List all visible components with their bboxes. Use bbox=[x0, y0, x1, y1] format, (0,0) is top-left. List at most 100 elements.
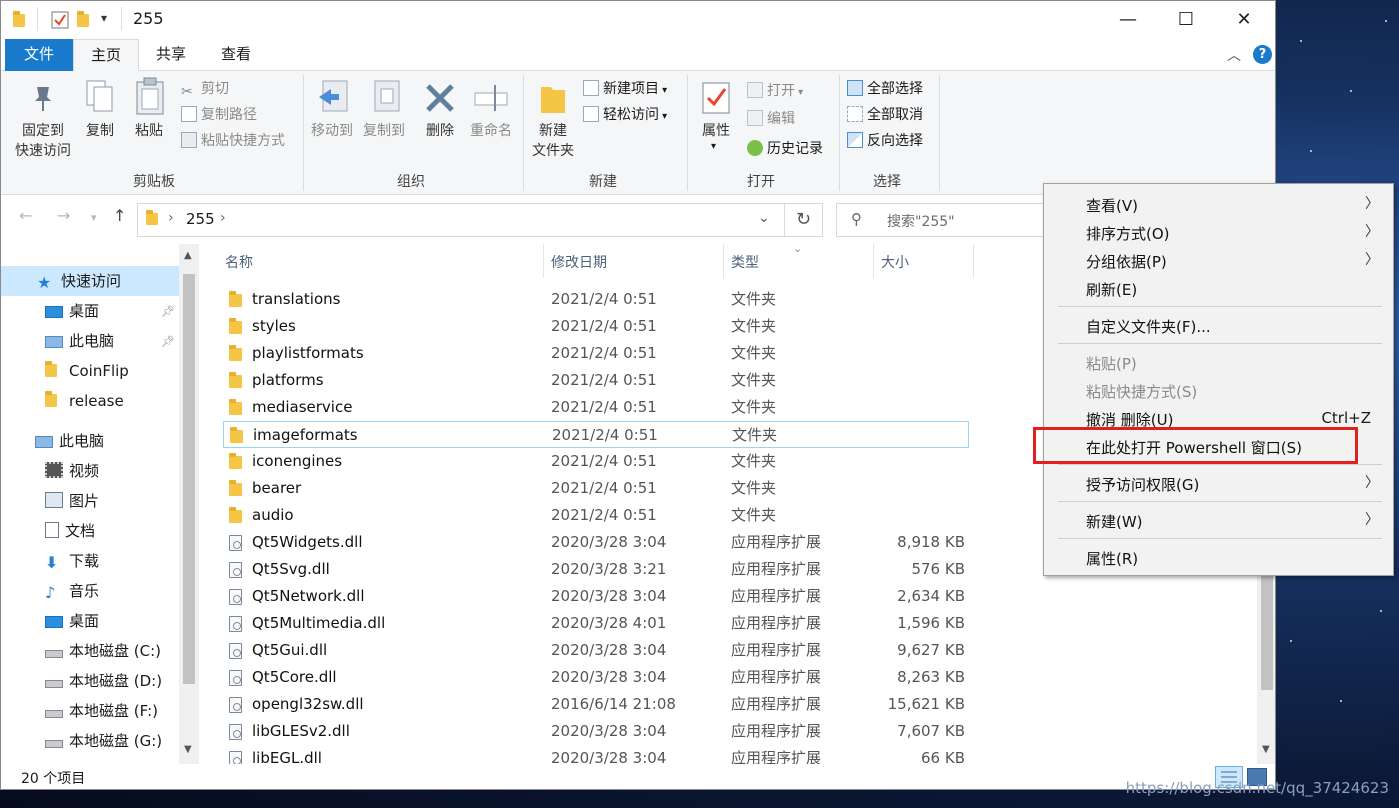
menu-item-view[interactable]: 查看(V) bbox=[1086, 195, 1138, 216]
file-row[interactable]: Qt5Gui.dll 2020/3/28 3:04 应用程序扩展 9,627 KB bbox=[223, 637, 969, 664]
help-icon[interactable]: ? bbox=[1253, 45, 1272, 64]
file-row[interactable]: Qt5Core.dll 2020/3/28 3:04 应用程序扩展 8,263 KB bbox=[223, 664, 969, 691]
file-row[interactable]: iconengines 2021/2/4 0:51 文件夹 bbox=[223, 448, 969, 475]
address-bar[interactable]: › 255 › ⌄ bbox=[137, 203, 785, 237]
nav-item-downloads[interactable]: ⬇ 下载 bbox=[45, 546, 99, 576]
menu-item-sort-by[interactable]: 排序方式(O) bbox=[1086, 223, 1170, 244]
rename-button[interactable]: 重命名 bbox=[465, 121, 517, 141]
file-row[interactable]: Qt5Svg.dll 2020/3/28 3:21 应用程序扩展 576 KB bbox=[223, 556, 969, 583]
up-arrow-icon[interactable]: ↑ bbox=[113, 206, 126, 225]
properties-quick-icon[interactable] bbox=[51, 11, 69, 29]
nav-item-quick-access[interactable]: ★ 快速访问 bbox=[37, 266, 121, 296]
breadcrumb-255[interactable]: 255 bbox=[186, 210, 215, 228]
file-row[interactable]: playlistformats 2021/2/4 0:51 文件夹 bbox=[223, 340, 969, 367]
nav-scroll-thumb[interactable] bbox=[183, 274, 195, 684]
scroll-down-icon[interactable]: ▼ bbox=[1262, 744, 1270, 755]
nav-item-coinflip[interactable]: CoinFlip bbox=[45, 356, 129, 386]
nav-item-drive-c[interactable]: 本地磁盘 (C:) bbox=[45, 636, 161, 666]
nav-scrollbar[interactable]: ▲ ▼ bbox=[179, 244, 199, 764]
minimize-button[interactable]: — bbox=[1099, 1, 1157, 39]
menu-item-refresh[interactable]: 刷新(E) bbox=[1086, 279, 1137, 300]
nav-item-desktop-2[interactable]: 桌面 bbox=[45, 606, 99, 636]
column-header-type[interactable]: 类型 bbox=[731, 252, 759, 272]
open-button[interactable]: 打开 ▾ bbox=[747, 81, 803, 103]
file-row[interactable]: styles 2021/2/4 0:51 文件夹 bbox=[223, 313, 969, 340]
column-divider[interactable] bbox=[723, 244, 724, 278]
nav-item-pictures[interactable]: 图片 bbox=[45, 486, 99, 516]
delete-button[interactable]: 删除 bbox=[419, 121, 461, 141]
file-row[interactable]: platforms 2021/2/4 0:51 文件夹 bbox=[223, 367, 969, 394]
nav-item-release[interactable]: release bbox=[45, 386, 124, 416]
paste-button[interactable]: 粘贴 bbox=[129, 121, 169, 141]
select-all-button[interactable]: 全部选择 bbox=[847, 79, 923, 99]
tab-home[interactable]: 主页 bbox=[73, 39, 139, 72]
nav-item-desktop[interactable]: 桌面 bbox=[45, 296, 99, 326]
menu-item-give-access[interactable]: 授予访问权限(G) bbox=[1086, 474, 1199, 495]
chevron-up-icon[interactable]: ︿ bbox=[1227, 45, 1241, 65]
cut-button[interactable]: ✂ 剪切 bbox=[181, 79, 229, 100]
nav-item-drive-d[interactable]: 本地磁盘 (D:) bbox=[45, 666, 162, 696]
properties-button[interactable]: 属性 bbox=[695, 121, 737, 141]
nav-item-drive-f[interactable]: 本地磁盘 (F:) bbox=[45, 696, 158, 726]
menu-item-new[interactable]: 新建(W) bbox=[1086, 511, 1143, 532]
file-row[interactable]: imageformats 2021/2/4 0:51 文件夹 bbox=[223, 421, 969, 448]
file-row[interactable]: audio 2021/2/4 0:51 文件夹 bbox=[223, 502, 969, 529]
tab-file[interactable]: 文件 bbox=[5, 39, 73, 71]
tab-share[interactable]: 共享 bbox=[141, 39, 201, 71]
recent-locations-chevron-icon[interactable]: ▾ bbox=[91, 211, 97, 224]
menu-item-customize-folder[interactable]: 自定义文件夹(F)... bbox=[1086, 316, 1211, 337]
pin-icon[interactable]: 📌︎ bbox=[161, 335, 175, 348]
file-row[interactable]: libEGL.dll 2020/3/28 3:04 应用程序扩展 66 KB bbox=[223, 745, 969, 764]
file-row[interactable]: libGLESv2.dll 2020/3/28 3:04 应用程序扩展 7,607 K… bbox=[223, 718, 969, 745]
easy-access-button[interactable]: 轻松访问 ▾ bbox=[583, 105, 667, 127]
list-scrollbar[interactable]: ▼ bbox=[1257, 574, 1275, 764]
column-header-size[interactable]: 大小 bbox=[881, 252, 909, 272]
copy-path-button[interactable]: 复制路径 bbox=[181, 105, 257, 125]
file-row[interactable]: opengl32sw.dll 2016/6/14 21:08 应用程序扩展 15,62… bbox=[223, 691, 969, 718]
paste-shortcut-button[interactable]: 粘贴快捷方式 bbox=[181, 131, 285, 151]
close-button[interactable]: ✕ bbox=[1215, 1, 1273, 39]
column-divider[interactable] bbox=[973, 244, 974, 278]
nav-item-drive-g[interactable]: 本地磁盘 (G:) bbox=[45, 726, 162, 756]
new-folder-quick-icon[interactable] bbox=[77, 11, 93, 27]
menu-item-properties[interactable]: 属性(R) bbox=[1086, 548, 1138, 569]
file-row[interactable]: Qt5Widgets.dll 2020/3/28 3:04 应用程序扩展 8,918 … bbox=[223, 529, 969, 556]
copy-button[interactable]: 复制 bbox=[81, 121, 119, 141]
file-row[interactable]: translations 2021/2/4 0:51 文件夹 bbox=[223, 286, 969, 313]
move-to-button[interactable]: 移动到 bbox=[307, 121, 357, 141]
new-item-button[interactable]: 新建项目 ▾ bbox=[583, 79, 667, 101]
file-row[interactable]: Qt5Multimedia.dll 2020/3/28 4:01 应用程序扩展 1,5… bbox=[223, 610, 969, 637]
menu-item-paste-shortcut[interactable]: 粘贴快捷方式(S) bbox=[1086, 381, 1197, 402]
pin-icon[interactable]: 📌︎ bbox=[161, 305, 175, 318]
list-scroll-thumb[interactable] bbox=[1261, 574, 1273, 690]
nav-item-this-pc[interactable]: 此电脑 bbox=[45, 326, 114, 356]
column-header-name[interactable]: 名称 bbox=[225, 252, 253, 272]
file-row[interactable]: mediaservice 2021/2/4 0:51 文件夹 bbox=[223, 394, 969, 421]
menu-item-paste[interactable]: 粘贴(P) bbox=[1086, 353, 1137, 374]
column-divider[interactable] bbox=[873, 244, 874, 278]
invert-selection-button[interactable]: 反向选择 bbox=[847, 131, 923, 151]
search-input[interactable]: ⚲ 搜索"255" bbox=[836, 203, 1076, 237]
column-header-date[interactable]: 修改日期 bbox=[551, 252, 607, 272]
file-row[interactable]: bearer 2021/2/4 0:51 文件夹 bbox=[223, 475, 969, 502]
address-dropdown-chevron-icon[interactable]: ⌄ bbox=[758, 210, 770, 226]
chevron-down-icon[interactable]: ▾ bbox=[101, 11, 107, 25]
select-none-button[interactable]: 全部取消 bbox=[847, 105, 923, 125]
column-divider[interactable] bbox=[543, 244, 544, 278]
chevron-right-icon[interactable]: › bbox=[220, 210, 226, 226]
nav-item-videos[interactable]: 视频 bbox=[45, 456, 99, 486]
copy-to-button[interactable]: 复制到 bbox=[357, 121, 411, 141]
menu-item-group-by[interactable]: 分组依据(P) bbox=[1086, 251, 1167, 272]
tab-view[interactable]: 查看 bbox=[205, 39, 267, 71]
nav-item-documents[interactable]: 文档 bbox=[45, 516, 95, 546]
pin-to-quick-access-button[interactable]: 固定到 快速访问 bbox=[7, 121, 79, 161]
nav-item-this-pc-root[interactable]: 此电脑 bbox=[35, 426, 104, 456]
scroll-up-icon[interactable]: ▲ bbox=[184, 250, 192, 261]
refresh-icon[interactable]: ↻ bbox=[785, 203, 823, 237]
maximize-button[interactable]: ☐ bbox=[1157, 1, 1215, 39]
scroll-down-icon[interactable]: ▼ bbox=[184, 744, 192, 755]
back-arrow-icon[interactable]: ← bbox=[19, 206, 32, 225]
new-folder-button[interactable]: 新建 文件夹 bbox=[527, 121, 579, 161]
forward-arrow-icon[interactable]: → bbox=[57, 206, 70, 225]
edit-button[interactable]: 编辑 bbox=[747, 109, 795, 129]
